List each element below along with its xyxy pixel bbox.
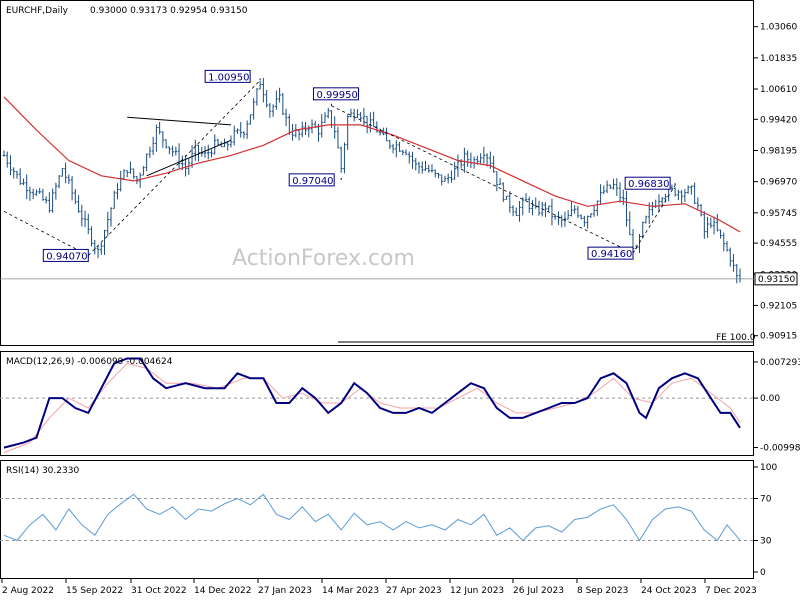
rsi-panel: [0, 460, 754, 579]
x-tick-label: 15 Sep 2022: [66, 586, 123, 596]
rsi-y-label: 0: [760, 568, 766, 578]
price-y-label: 0.94555: [760, 239, 797, 249]
macd-y-label: 0.007293: [760, 358, 800, 368]
annotation-text: 0.97040: [292, 176, 333, 187]
x-tick-label: 2 Aug 2022: [2, 586, 54, 596]
watermark: ActionForex.com: [232, 246, 415, 271]
symbol-label: EURCHF,Daily: [6, 6, 69, 16]
price-chart: ActionForex.com 1.00950 0.99950 0.97040 0.9…: [0, 0, 800, 596]
x-tick-label: 8 Sep 2023: [577, 586, 628, 596]
annotation-text: 0.99950: [316, 90, 357, 101]
price-y-label: 1.03060: [760, 23, 797, 33]
x-tick-label: 31 Oct 2022: [131, 586, 187, 596]
macd-y-label: 0.00: [760, 394, 780, 404]
rsi-y-label: 100: [760, 463, 777, 473]
price-y-label: 0.96970: [760, 178, 797, 188]
x-tick-label: 26 Jul 2023: [513, 586, 564, 596]
level-annotation: 0.94070: [42, 248, 89, 262]
ohlc-label: 0.93000 0.93173 0.92954 0.93150: [90, 6, 248, 16]
price-y-label: 0.98195: [760, 146, 797, 156]
x-tick-label: 14 Dec 2022: [194, 586, 252, 596]
price-panel: [0, 0, 754, 346]
x-tick-label: 27 Apr 2023: [386, 586, 442, 596]
price-y-label: 0.99420: [760, 115, 797, 125]
x-tick-label: 27 Jan 2023: [258, 586, 312, 596]
price-y-label: 1.01835: [760, 54, 797, 64]
last-price-value: 0.93150: [758, 275, 795, 285]
macd-label: MACD(12,26,9) -0.006099 -0.004624: [6, 357, 173, 367]
level-annotation: 0.96830: [624, 176, 676, 190]
level-annotation: 0.97040: [288, 173, 342, 187]
macd-y-label: -0.009989: [760, 444, 800, 454]
rsi-label: RSI(14) 30.2330: [6, 466, 79, 476]
x-tick-label: 14 Mar 2023: [322, 586, 379, 596]
fe-label: FE 100.0: [716, 333, 756, 343]
annotation-text: 0.94160: [591, 249, 632, 260]
price-y-label: 0.95745: [760, 209, 797, 219]
x-tick-label: 7 Dec 2023: [705, 586, 757, 596]
rsi-y-label: 30: [760, 537, 772, 547]
price-y-label: 0.90915: [760, 332, 797, 342]
price-y-label: 1.00610: [760, 85, 797, 95]
price-y-label: 0.92105: [760, 301, 797, 311]
level-annotation: 0.94160: [587, 246, 634, 260]
rsi-y-label: 70: [760, 495, 772, 505]
annotation-text: 1.00950: [208, 72, 249, 83]
annotation-text: 0.96830: [628, 179, 669, 190]
x-tick-label: 24 Oct 2023: [641, 586, 697, 596]
annotation-text: 0.94070: [46, 251, 87, 262]
x-tick-label: 12 Jun 2023: [450, 586, 504, 596]
